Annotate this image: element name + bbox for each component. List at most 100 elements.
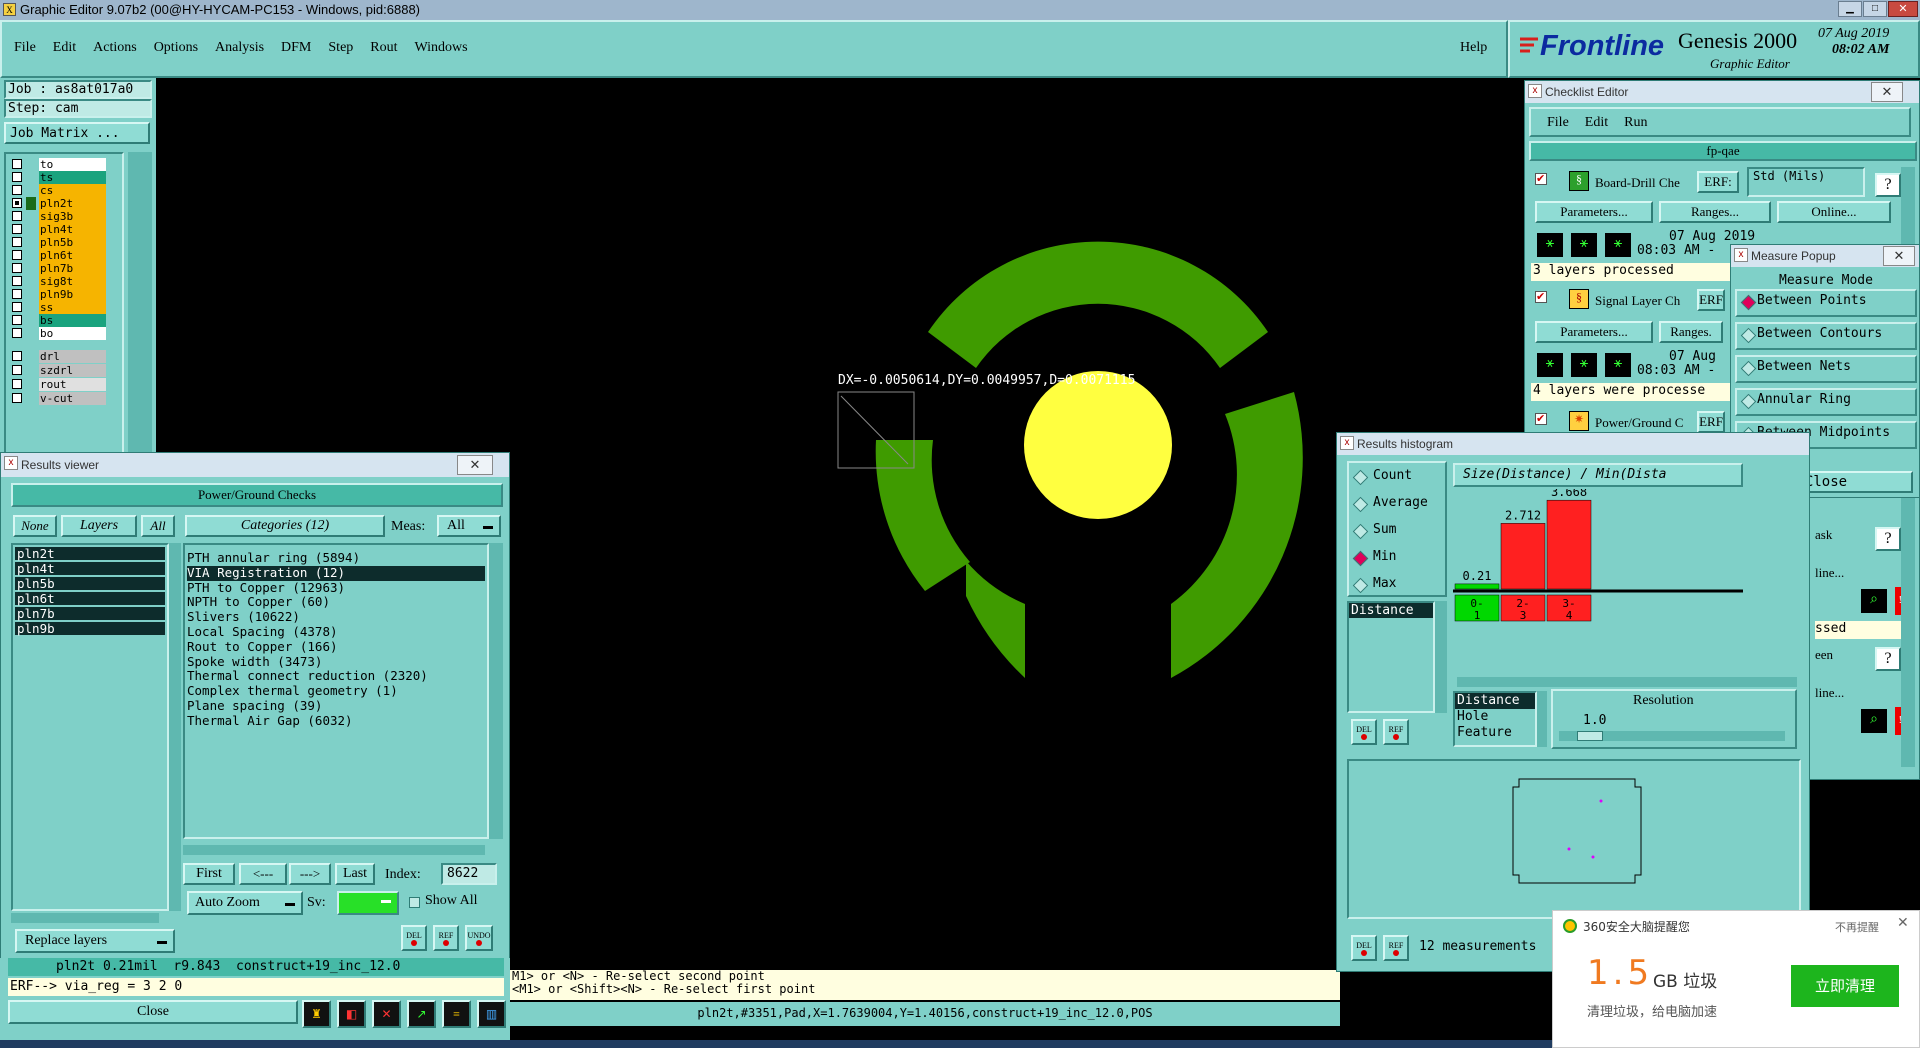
result-layer-item[interactable]: pln9b: [15, 622, 165, 635]
layer-checkbox[interactable]: [12, 351, 22, 361]
histogram-bar[interactable]: [1546, 499, 1592, 590]
item3-label[interactable]: Power/Ground C: [1595, 415, 1683, 431]
layer-name[interactable]: cs: [39, 184, 106, 197]
first-button[interactable]: First: [183, 863, 235, 885]
layer-name[interactable]: ts: [39, 171, 106, 184]
show-all-checkbox[interactable]: [409, 897, 420, 908]
layer-name[interactable]: bo: [39, 327, 106, 340]
main-close-button[interactable]: Close: [8, 1000, 298, 1024]
category-item[interactable]: Plane spacing (39): [187, 698, 485, 714]
measure-mode-option[interactable]: Between Nets: [1735, 355, 1917, 383]
layer-row[interactable]: to: [12, 158, 108, 171]
measure-mode-option[interactable]: Annular Ring: [1735, 388, 1917, 416]
layers-button[interactable]: Layers: [61, 515, 137, 537]
window-close-button[interactable]: ✕: [1888, 1, 1918, 17]
result-layer-item[interactable]: pln5b: [15, 577, 165, 590]
layer-row[interactable]: ss: [12, 301, 108, 314]
maximize-button[interactable]: □: [1863, 1, 1887, 17]
item2-run-icon[interactable]: ⚹: [1537, 353, 1563, 377]
layer-checkbox[interactable]: [12, 328, 22, 338]
field-item[interactable]: Distance: [1349, 603, 1433, 618]
category-item[interactable]: Rout to Copper (166): [187, 639, 485, 655]
item1-online-button[interactable]: Online...: [1777, 201, 1891, 223]
item1-label[interactable]: Board-Drill Che: [1595, 175, 1680, 191]
item1-params-button[interactable]: Parameters...: [1535, 201, 1653, 223]
next-button[interactable]: --->: [289, 863, 331, 885]
layer-name[interactable]: sig8t: [39, 275, 106, 288]
menu-actions[interactable]: Actions: [93, 40, 137, 56]
checklist-close-icon[interactable]: ✕: [1871, 82, 1903, 102]
snap-icon[interactable]: ↗: [407, 1000, 436, 1028]
result-layer-item[interactable]: pln4t: [15, 562, 165, 575]
layer-checkbox[interactable]: [12, 211, 22, 221]
menu-edit[interactable]: Edit: [53, 40, 76, 56]
all-layers-button[interactable]: All: [141, 515, 175, 537]
hist-del-button[interactable]: DEL: [1351, 719, 1377, 745]
stat-option[interactable]: Sum: [1349, 517, 1445, 544]
layer-checkbox[interactable]: [12, 365, 22, 375]
delete-icon[interactable]: ✕: [372, 1000, 401, 1028]
layer-name[interactable]: v-cut: [39, 392, 106, 405]
layer-name[interactable]: pln9b: [39, 288, 106, 301]
drill-layer-row[interactable]: drl: [12, 350, 108, 363]
category-item[interactable]: Local Spacing (4378): [187, 624, 485, 640]
menu-rout[interactable]: Rout: [370, 40, 397, 56]
layer-name[interactable]: pln2t: [39, 197, 106, 210]
field-list-scrollbar[interactable]: [1435, 601, 1447, 713]
layer-checkbox[interactable]: [12, 224, 22, 234]
frag-zoom-icon[interactable]: ⌕: [1861, 589, 1887, 613]
layer-list-scrollbar[interactable]: [128, 152, 152, 462]
layer-row[interactable]: sig8t: [12, 275, 108, 288]
layer-checkbox[interactable]: [12, 315, 22, 325]
result-layer-item[interactable]: pln2t: [15, 547, 165, 560]
measure-mode-option[interactable]: Between Contours: [1735, 322, 1917, 350]
histogram-h-scrollbar[interactable]: [1457, 677, 1797, 687]
hist-ref2-button[interactable]: REF: [1383, 935, 1409, 961]
hist-del2-button[interactable]: DEL: [1351, 935, 1377, 961]
prev-button[interactable]: <---: [239, 863, 287, 885]
item2-erf[interactable]: ERF: [1697, 289, 1725, 311]
measure-popup-close-icon[interactable]: ✕: [1883, 246, 1915, 266]
measure-mode-option[interactable]: Between Points: [1735, 289, 1917, 317]
category-item[interactable]: NPTH to Copper (60): [187, 595, 485, 610]
item2-label[interactable]: Signal Layer Ch: [1595, 293, 1680, 309]
layer-row[interactable]: cs: [12, 184, 108, 197]
layer-name[interactable]: ss: [39, 301, 106, 314]
pan-icon[interactable]: ♜: [302, 1000, 331, 1028]
layer-row[interactable]: pln2t: [12, 197, 108, 210]
item2-run2-icon[interactable]: ⚹: [1571, 353, 1597, 377]
stat-option[interactable]: Min: [1349, 544, 1445, 571]
layer-checkbox[interactable]: [12, 250, 22, 260]
layer-row[interactable]: pln7b: [12, 262, 108, 275]
categories-scrollbar[interactable]: [489, 543, 503, 839]
fields2-scrollbar[interactable]: [1537, 691, 1547, 747]
category-item[interactable]: VIA Registration (12): [187, 565, 485, 581]
item1-erf[interactable]: ERF:: [1697, 171, 1739, 193]
notification-dismiss[interactable]: 不再提醒: [1835, 919, 1879, 935]
layer-checkbox[interactable]: [12, 263, 22, 273]
checklist-menu-run[interactable]: Run: [1624, 115, 1647, 135]
layer-name[interactable]: bs: [39, 314, 106, 327]
layer-checkbox[interactable]: [12, 379, 22, 389]
item1-run2-icon[interactable]: ⚹: [1571, 233, 1597, 257]
layer-checkbox[interactable]: [12, 302, 22, 312]
frag-zoom2-icon[interactable]: ⌕: [1861, 709, 1887, 733]
meas-dropdown[interactable]: All ▬: [437, 515, 501, 537]
item1-check[interactable]: ✔: [1535, 173, 1547, 185]
results-viewer-close-icon[interactable]: ✕: [457, 455, 493, 475]
chart-icon[interactable]: ▥: [477, 1000, 506, 1028]
frag-help2-button[interactable]: ?: [1875, 647, 1901, 671]
last-button[interactable]: Last: [335, 863, 375, 885]
layer-row[interactable]: sig3b: [12, 210, 108, 223]
menu-file[interactable]: File: [14, 40, 36, 56]
layer-checkbox[interactable]: [12, 198, 22, 208]
drill-layer-row[interactable]: rout: [12, 378, 108, 391]
layer-row[interactable]: pln9b: [12, 288, 108, 301]
fields2-distance[interactable]: Distance: [1455, 693, 1535, 709]
histogram-bar[interactable]: [1500, 523, 1546, 590]
item1-run-icon[interactable]: ⚹: [1537, 233, 1563, 257]
result-layer-item[interactable]: pln6t: [15, 592, 165, 605]
none-button[interactable]: None: [13, 515, 57, 537]
layer-name[interactable]: drl: [39, 350, 106, 363]
auto-zoom-dropdown[interactable]: Auto Zoom ▬: [187, 891, 303, 915]
